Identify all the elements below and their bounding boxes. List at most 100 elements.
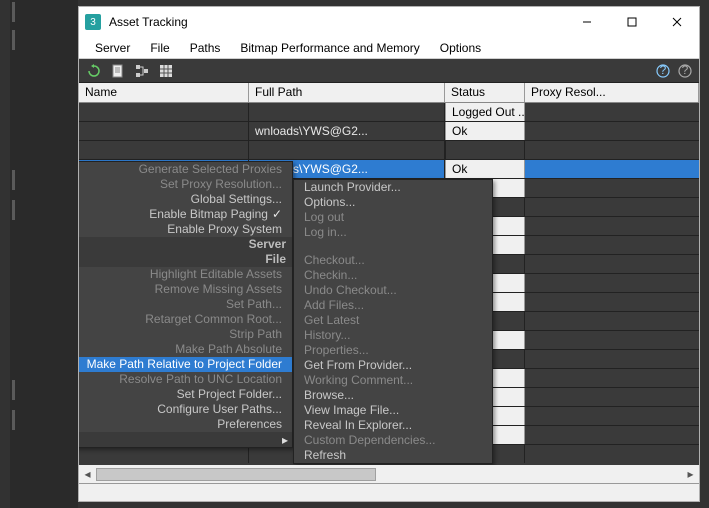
cell-name (79, 141, 249, 159)
toolbar: ? ? (79, 59, 699, 83)
menu-item: Set Path... (79, 297, 292, 312)
cell-path (249, 141, 445, 159)
menu-item[interactable]: Get From Provider... (294, 358, 492, 373)
menu-item: Properties... (294, 343, 492, 358)
menu-section-proxies: ProxiesServer (79, 237, 292, 252)
menu-options[interactable]: Options (432, 39, 489, 57)
cell-proxy (525, 312, 699, 330)
menu-item[interactable]: Set Project Folder... (79, 387, 292, 402)
menu-paths[interactable]: Paths (182, 39, 229, 57)
menu-item[interactable]: View Image File... (294, 403, 492, 418)
menu-item[interactable]: Preferences (79, 417, 292, 432)
menu-item: Log in... (294, 225, 492, 240)
menu-server[interactable]: Server (87, 39, 138, 57)
svg-text:?: ? (682, 64, 689, 77)
cell-status: Ok (445, 160, 525, 178)
cell-proxy (525, 122, 699, 140)
menu-item: Highlight Editable Assets (79, 267, 292, 282)
menubar: Server File Paths Bitmap Performance and… (79, 37, 699, 59)
cell-path: wnloads\YWS@G2... (249, 122, 445, 140)
cell-name (79, 122, 249, 140)
col-path[interactable]: Full Path (249, 83, 445, 102)
cell-proxy (525, 369, 699, 387)
asset-tracking-window: 3 Asset Tracking Server File Paths Bitma… (78, 6, 700, 502)
menu-item: Resolve Path to UNC Location (79, 372, 292, 387)
menu-item[interactable]: Make Path Relative to Project Folder (79, 357, 292, 372)
asset-grid: Name Full Path Status Proxy Resol... Log… (79, 83, 699, 483)
menu-item[interactable]: Configure User Paths... (79, 402, 292, 417)
menu-item[interactable]: Options... (294, 195, 492, 210)
menu-item[interactable]: Launch Provider... (294, 180, 492, 195)
refresh-icon[interactable] (85, 62, 103, 80)
menu-bitmap-performance[interactable]: Bitmap Performance and Memory (232, 39, 427, 57)
grid-icon[interactable] (157, 62, 175, 80)
menu-item: Get Latest (294, 313, 492, 328)
menu-item: Strip Path (79, 327, 292, 342)
close-button[interactable] (654, 7, 699, 37)
scroll-track[interactable] (96, 466, 682, 483)
table-row[interactable]: Logged Out ... (79, 103, 699, 122)
cell-proxy (525, 236, 699, 254)
cell-proxy (525, 198, 699, 216)
col-status[interactable]: Status (445, 83, 525, 102)
menu-item[interactable]: Enable Bitmap Paging✓ (79, 207, 292, 222)
statusbar (79, 483, 699, 501)
table-row[interactable] (79, 141, 699, 160)
cell-status: Logged Out ... (445, 103, 525, 121)
cell-proxy (525, 103, 699, 121)
menu-item[interactable]: Reveal In Explorer... (294, 418, 492, 433)
menu-item: Make Path Absolute (79, 342, 292, 357)
minimize-button[interactable] (564, 7, 609, 37)
app-icon: 3 (85, 14, 101, 30)
menu-item: Add Files... (294, 298, 492, 313)
cell-proxy (525, 426, 699, 444)
menu-item[interactable]: Enable Proxy System (79, 222, 292, 237)
menu-item: Working Comment... (294, 373, 492, 388)
menu-item: Set Proxy Resolution... (79, 177, 292, 192)
menu-nav: ◂ ▸ (79, 432, 292, 447)
col-proxy[interactable]: Proxy Resol... (525, 83, 699, 102)
table-row[interactable]: wnloads\YWS@G2...Ok (79, 122, 699, 141)
scroll-thumb[interactable] (96, 468, 376, 481)
cell-proxy (525, 217, 699, 235)
paths-context-menu: Generate Selected ProxiesSet Proxy Resol… (79, 161, 293, 448)
cell-proxy (525, 141, 699, 159)
cell-path (249, 103, 445, 121)
help-icon[interactable]: ? (655, 63, 671, 79)
menu-nav-right[interactable]: ▸ (278, 432, 292, 447)
cell-status: Ok (445, 122, 525, 140)
menu-item[interactable]: Refresh (294, 448, 492, 463)
cell-proxy (525, 293, 699, 311)
menu-item[interactable]: Global Settings... (79, 192, 292, 207)
cell-proxy (525, 407, 699, 425)
menu-item: Generate Selected Proxies (79, 162, 292, 177)
col-name[interactable]: Name (79, 83, 249, 102)
titlebar[interactable]: 3 Asset Tracking (79, 7, 699, 37)
menu-item: Undo Checkout... (294, 283, 492, 298)
menu-item: Log out (294, 210, 492, 225)
maximize-button[interactable] (609, 7, 654, 37)
server-context-menu: Launch Provider...Options...Log outLog i… (293, 179, 493, 464)
menu-item: Retarget Common Root... (79, 312, 292, 327)
help-icon-2[interactable]: ? (677, 63, 693, 79)
menu-item[interactable]: Browse... (294, 388, 492, 403)
cell-proxy (525, 331, 699, 349)
scroll-right-icon[interactable]: ▸ (682, 466, 699, 483)
cell-proxy (525, 255, 699, 273)
grid-header: Name Full Path Status Proxy Resol... (79, 83, 699, 103)
doc-icon[interactable] (109, 62, 127, 80)
cell-proxy (525, 179, 699, 197)
menu-item: Custom Dependencies... (294, 433, 492, 448)
cell-proxy (525, 350, 699, 368)
cell-proxy (525, 160, 699, 178)
cell-name (79, 103, 249, 121)
cell-proxy (525, 274, 699, 292)
menu-file[interactable]: File (142, 39, 177, 57)
scroll-left-icon[interactable]: ◂ (79, 466, 96, 483)
menu-item: Remove Missing Assets (79, 282, 292, 297)
horizontal-scrollbar[interactable]: ◂ ▸ (79, 465, 699, 483)
menu-item: Checkin... (294, 268, 492, 283)
svg-text:?: ? (660, 64, 667, 77)
tree-icon[interactable] (133, 62, 151, 80)
window-title: Asset Tracking (109, 15, 564, 29)
